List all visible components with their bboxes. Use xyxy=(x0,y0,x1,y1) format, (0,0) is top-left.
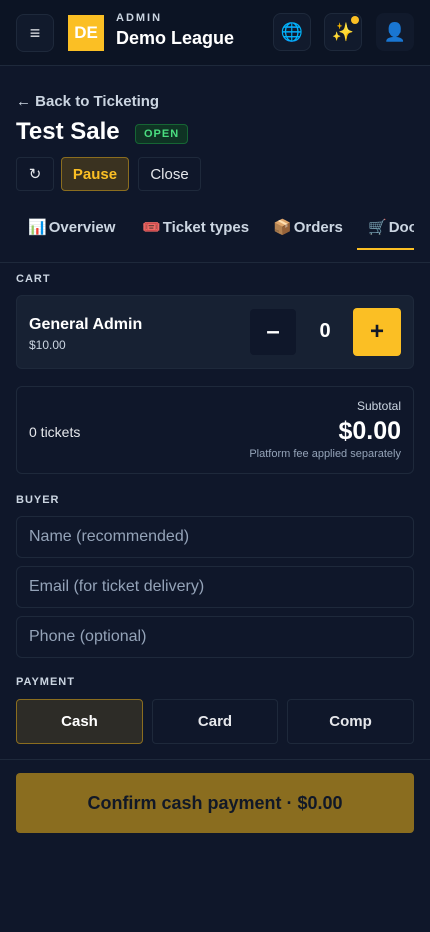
sparkle-icon: ✨ xyxy=(331,21,355,42)
item-name: General Admin xyxy=(29,316,143,333)
app-header: ≡ DE ADMIN Demo League 🌐 ✨ 👤 xyxy=(0,0,430,66)
payment-section-label: PAYMENT xyxy=(16,676,75,688)
ticket-icon: 🎟️ xyxy=(142,219,161,236)
fee-note: Platform fee applied separately xyxy=(249,448,401,460)
buyer-email-input[interactable] xyxy=(16,566,414,608)
refresh-button[interactable]: ↻ xyxy=(16,157,54,191)
divider xyxy=(0,759,430,760)
tab-orders[interactable]: 📦 Orders xyxy=(273,218,343,236)
back-to-ticketing-link[interactable]: ← Back to Ticketing xyxy=(16,93,159,110)
payment-cash-button[interactable]: Cash xyxy=(16,699,143,744)
brand-kicker: ADMIN xyxy=(116,12,163,24)
divider xyxy=(0,262,430,263)
whats-new-button[interactable]: ✨ xyxy=(324,13,362,51)
tab-door[interactable]: 🛒Door xyxy=(368,218,414,236)
league-logo: DE xyxy=(68,15,104,51)
subtotal-label: Subtotal xyxy=(356,399,401,413)
order-summary: 0 tickets Subtotal $0.00 Platform fee ap… xyxy=(16,386,414,474)
payment-comp-button[interactable]: Comp xyxy=(287,699,414,744)
cart-section-label: CART xyxy=(16,273,51,285)
menu-icon: ≡ xyxy=(29,22,41,43)
tab-label: Orders xyxy=(293,219,343,236)
active-tab-indicator xyxy=(357,248,414,250)
decrease-quantity-button[interactable]: – xyxy=(250,309,296,355)
buyer-name-input[interactable] xyxy=(16,516,414,558)
user-icon: 👤 xyxy=(383,21,407,42)
ticket-count: 0 tickets xyxy=(29,424,81,440)
brand-name: Demo League xyxy=(116,28,235,48)
globe-icon: 🌐 xyxy=(280,21,304,42)
tab-overview[interactable]: 📊 Overview xyxy=(28,218,115,236)
payment-card-button[interactable]: Card xyxy=(152,699,278,744)
cart-icon: 🛒 xyxy=(368,219,387,236)
account-button[interactable]: 👤 xyxy=(376,13,414,51)
buyer-section-label: BUYER xyxy=(16,494,60,506)
pause-button[interactable]: Pause xyxy=(61,157,129,191)
close-sale-button[interactable]: Close xyxy=(138,157,201,191)
increase-quantity-button[interactable]: + xyxy=(353,308,401,356)
tab-ticket-types[interactable]: 🎟️ Ticket types xyxy=(142,218,249,236)
language-button[interactable]: 🌐 xyxy=(273,13,311,51)
chart-icon: 📊 xyxy=(28,219,47,236)
confirm-payment-button[interactable]: Confirm cash payment · $0.00 xyxy=(16,773,414,833)
refresh-icon: ↻ xyxy=(28,166,42,183)
package-icon: 📦 xyxy=(273,219,292,236)
tab-bar: 📊Overview 🎟️Ticket types 📦Orders 🛒Door xyxy=(16,212,414,252)
cart-item: General Admin $10.00 – 0 + xyxy=(16,295,414,369)
tab-label: Ticket types xyxy=(162,219,250,236)
notification-dot xyxy=(351,16,359,24)
status-badge: OPEN xyxy=(135,124,189,144)
buyer-phone-input[interactable] xyxy=(16,616,414,658)
page-title: Test Sale xyxy=(16,118,120,145)
item-price: $10.00 xyxy=(29,338,66,352)
menu-button[interactable]: ≡ xyxy=(16,14,54,52)
quantity-value: 0 xyxy=(319,320,331,342)
tab-label: Overview xyxy=(48,219,116,236)
subtotal-value: $0.00 xyxy=(338,417,401,445)
tab-label: Door xyxy=(388,219,414,236)
